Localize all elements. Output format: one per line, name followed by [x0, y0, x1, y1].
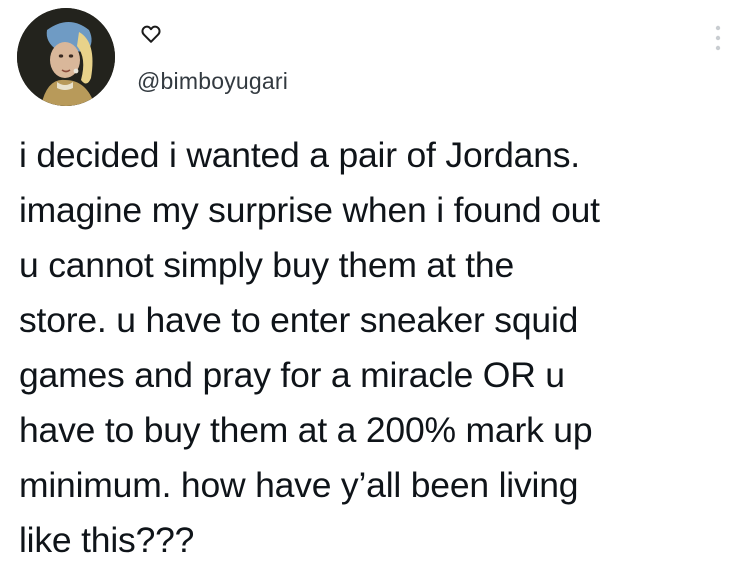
more-options-icon[interactable]: [712, 22, 724, 54]
tweet-text: i decided i wanted a pair of Jordans. im…: [19, 135, 600, 560]
avatar-image: [17, 8, 115, 106]
avatar[interactable]: [17, 8, 115, 106]
heart-outline-icon: [141, 25, 161, 43]
tweet-card: @bimboyugari i decided i wanted a pair o…: [0, 0, 750, 565]
user-handle[interactable]: @bimboyugari: [137, 66, 288, 96]
